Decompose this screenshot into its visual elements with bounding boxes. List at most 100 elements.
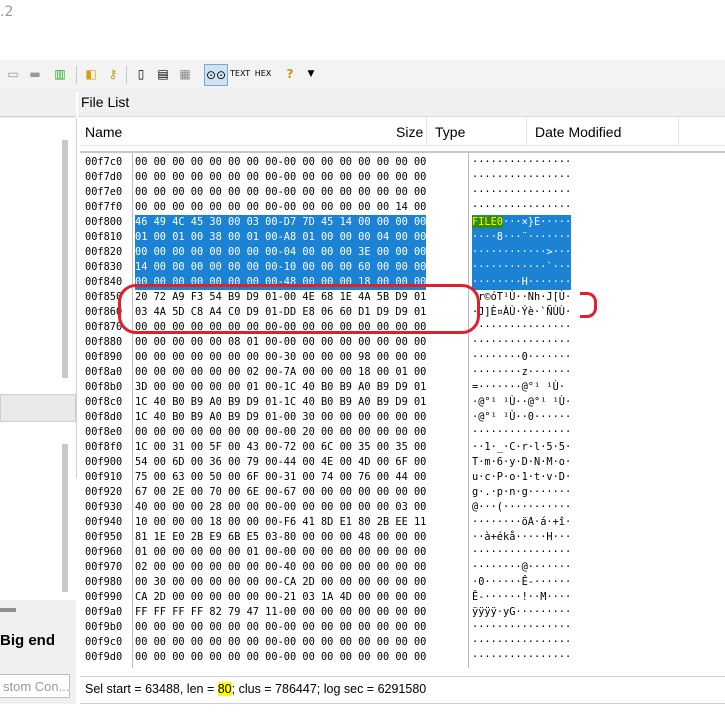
hex-row-bytes[interactable]: 14 00 00 00 00 00 00 00-10 00 00 00 60 0… xyxy=(135,260,427,275)
chevron-down-icon[interactable]: ▼ xyxy=(306,66,316,82)
hex-row-ascii[interactable]: g·.·p·n·g······· xyxy=(472,485,571,500)
hex-row-ascii[interactable]: ················ xyxy=(472,185,571,200)
hex-row-bytes[interactable]: 00 00 00 00 00 00 00 00-00 00 00 00 00 0… xyxy=(135,620,426,635)
hex-row-bytes[interactable]: 00 30 00 00 00 00 00 00-CA 2D 00 00 00 0… xyxy=(135,575,426,590)
hex-row[interactable]: 00f940 10 00 00 00 18 00 00 00-F6 41 8D E… xyxy=(80,515,725,530)
hex-row-ascii[interactable]: ················ xyxy=(472,635,571,650)
document-icon[interactable]: ▤ xyxy=(156,66,170,82)
hex-row[interactable]: 00f950 81 1E E0 2B E9 6B E5 03-80 00 00 0… xyxy=(80,530,725,545)
hex-row-bytes[interactable]: 3D 00 00 00 00 00 01 00-1C 40 B0 B9 A0 B… xyxy=(135,380,426,395)
hex-row-ascii[interactable]: ········H······· xyxy=(472,275,572,290)
column-header-name[interactable]: Name xyxy=(85,124,122,140)
hex-row-ascii[interactable]: ········0······· xyxy=(472,350,571,365)
hex-row[interactable]: 00f900 54 00 6D 00 36 00 79 00-44 00 4E 0… xyxy=(80,455,725,470)
hex-row-bytes[interactable]: 10 00 00 00 18 00 00 00-F6 41 8D E1 80 2… xyxy=(135,515,426,530)
hex-row[interactable]: 00f8e0 00 00 00 00 00 00 00 00-00 20 00 0… xyxy=(80,425,725,440)
key-icon[interactable]: ⚷ xyxy=(106,66,120,82)
hex-row[interactable]: 00f800 46 49 4C 45 30 00 03 00-D7 7D 45 1… xyxy=(80,215,725,230)
hex-row-bytes[interactable]: 03 4A 5D C8 A4 C0 D9 01-DD E8 06 60 D1 D… xyxy=(135,305,426,320)
hex-row-ascii[interactable]: ········z······· xyxy=(472,365,571,380)
hex-row-bytes[interactable]: 00 00 00 00 00 00 00 00-04 00 00 00 3E 0… xyxy=(135,245,427,260)
column-header-type[interactable]: Type xyxy=(435,124,465,140)
hex-row-bytes[interactable]: 81 1E E0 2B E9 6B E5 03-80 00 00 00 48 0… xyxy=(135,530,426,545)
hex-row-bytes[interactable]: 20 72 A9 F3 54 B9 D9 01-00 4E 68 1E 4A 5… xyxy=(135,290,426,305)
hex-row-ascii[interactable]: ················ xyxy=(472,650,571,665)
hex-view-icon[interactable]: HEX xyxy=(254,66,272,82)
hex-row-bytes[interactable]: 00 00 00 00 00 00 00 00-30 00 00 00 98 0… xyxy=(135,350,426,365)
hex-row-ascii[interactable]: ····8···¨······· xyxy=(472,230,572,245)
column-header-date-modified[interactable]: Date Modified xyxy=(535,124,621,140)
hex-row-ascii[interactable]: ················ xyxy=(472,425,571,440)
hex-row[interactable]: 00f7c0 00 00 00 00 00 00 00 00-00 00 00 0… xyxy=(80,155,725,170)
hex-row-ascii[interactable]: Ê-······!··M···· xyxy=(472,590,571,605)
hex-row-ascii[interactable]: ··à+ékå·····H··· xyxy=(472,530,571,545)
hex-row-bytes[interactable]: 75 00 63 00 50 00 6F 00-31 00 74 00 76 0… xyxy=(135,470,426,485)
hex-row-bytes[interactable]: 00 00 00 00 00 00 00 00-48 00 00 00 18 0… xyxy=(135,275,427,290)
hex-row[interactable]: 00f8d0 1C 40 B0 B9 A0 B9 D9 01-00 30 00 0… xyxy=(80,410,725,425)
hex-row-ascii[interactable]: ················ xyxy=(472,155,571,170)
hex-row-bytes[interactable]: 67 00 2E 00 70 00 6E 00-67 00 00 00 00 0… xyxy=(135,485,426,500)
hex-row[interactable]: 00f920 67 00 2E 00 70 00 6E 00-67 00 00 0… xyxy=(80,485,725,500)
hex-row-ascii[interactable]: ················ xyxy=(472,620,571,635)
hex-row[interactable]: 00f890 00 00 00 00 00 00 00 00-30 00 00 0… xyxy=(80,350,725,365)
hex-row-bytes[interactable]: CA 2D 00 00 00 00 00 00-21 03 1A 4D 00 0… xyxy=(135,590,426,605)
hex-row-ascii[interactable]: ················ xyxy=(472,200,571,215)
custom-input[interactable]: stom Con... xyxy=(0,674,70,698)
text-view-icon[interactable]: TEXT xyxy=(230,66,250,82)
hex-row-bytes[interactable]: 00 00 00 00 00 00 02 00-7A 00 00 00 18 0… xyxy=(135,365,426,380)
hex-row-bytes[interactable]: 54 00 6D 00 36 00 79 00-44 00 4E 00 4D 0… xyxy=(135,455,426,470)
hex-row[interactable]: 00f910 75 00 63 00 50 00 6F 00-31 00 74 0… xyxy=(80,470,725,485)
hex-row[interactable]: 00f830 14 00 00 00 00 00 00 00-10 00 00 0… xyxy=(80,260,725,275)
hex-row-bytes[interactable]: 46 49 4C 45 30 00 03 00-D7 7D 45 14 00 0… xyxy=(135,215,427,230)
hex-row-ascii[interactable]: u·c·P·o·1·t·v·D· xyxy=(472,470,571,485)
hex-row[interactable]: 00f870 00 00 00 00 00 00 00 00-00 00 00 0… xyxy=(80,320,725,335)
hex-row[interactable]: 00f880 00 00 00 00 00 08 01 00-00 00 00 0… xyxy=(80,335,725,350)
hex-row-bytes[interactable]: 01 00 01 00 38 00 01 00-A8 01 00 00 00 0… xyxy=(135,230,427,245)
horizontal-scroll-thumb[interactable] xyxy=(0,608,16,612)
hex-row-ascii[interactable]: ················ xyxy=(472,545,571,560)
hex-row[interactable]: 00f8c0 1C 40 B0 B9 A0 B9 D9 01-1C 40 B0 B… xyxy=(80,395,725,410)
hex-row-bytes[interactable]: 00 00 00 00 00 00 00 00-00 00 00 00 00 0… xyxy=(135,185,426,200)
hex-row[interactable]: 00f860 03 4A 5D C8 A4 C0 D9 01-DD E8 06 6… xyxy=(80,305,725,320)
hex-row[interactable]: 00f9d0 00 00 00 00 00 00 00 00-00 00 00 0… xyxy=(80,650,725,665)
hex-row[interactable]: 00f960 01 00 00 00 00 00 01 00-00 00 00 0… xyxy=(80,545,725,560)
hex-row-bytes[interactable]: 1C 00 31 00 5F 00 43 00-72 00 6C 00 35 0… xyxy=(135,440,426,455)
hex-row-ascii[interactable]: @···(··········· xyxy=(472,500,571,515)
hex-row[interactable]: 00f8a0 00 00 00 00 00 00 02 00-7A 00 00 0… xyxy=(80,365,725,380)
hex-row[interactable]: 00f9b0 00 00 00 00 00 00 00 00-00 00 00 0… xyxy=(80,620,725,635)
hex-row[interactable]: 00f7d0 00 00 00 00 00 00 00 00-00 00 00 0… xyxy=(80,170,725,185)
template-icon[interactable]: ▦ xyxy=(178,66,192,82)
hex-row-bytes[interactable]: 02 00 00 00 00 00 00 00-40 00 00 00 00 0… xyxy=(135,560,426,575)
hex-row-bytes[interactable]: 00 00 00 00 00 00 00 00-00 00 00 00 00 0… xyxy=(135,170,426,185)
hex-row-bytes[interactable]: 00 00 00 00 00 00 00 00-00 00 00 00 00 0… xyxy=(135,155,426,170)
hex-row-ascii[interactable]: ········öA·á·+î· xyxy=(472,515,571,530)
hex-row[interactable]: 00f8f0 1C 00 31 00 5F 00 43 00-72 00 6C 0… xyxy=(80,440,725,455)
hex-row-ascii[interactable]: T·m·6·y·D·N·M·o· xyxy=(472,455,571,470)
hex-row-bytes[interactable]: 1C 40 B0 B9 A0 B9 D9 01-00 30 00 00 00 0… xyxy=(135,410,426,425)
hex-row-bytes[interactable]: 00 00 00 00 00 08 01 00-00 00 00 00 00 0… xyxy=(135,335,426,350)
hex-row[interactable]: 00f980 00 30 00 00 00 00 00 00-CA 2D 00 0… xyxy=(80,575,725,590)
hex-row-bytes[interactable]: 00 00 00 00 00 00 00 00-00 00 00 00 00 0… xyxy=(135,200,426,215)
hex-row-ascii[interactable]: ··1·_·C·r·l·5·5· xyxy=(472,440,571,455)
hex-row[interactable]: 00f8b0 3D 00 00 00 00 00 01 00-1C 40 B0 B… xyxy=(80,380,725,395)
hex-row[interactable]: 00f970 02 00 00 00 00 00 00 00-40 00 00 0… xyxy=(80,560,725,575)
hex-row-bytes[interactable]: 00 00 00 00 00 00 00 00-00 00 00 00 00 0… xyxy=(135,320,426,335)
hex-row[interactable]: 00f810 01 00 01 00 38 00 01 00-A8 01 00 0… xyxy=(80,230,725,245)
hex-row-ascii[interactable]: FILE0···×}E····· xyxy=(472,215,572,230)
hex-row-ascii[interactable]: r©óT¹Ù··Nh·J[Ù· xyxy=(472,290,571,305)
hex-row-ascii[interactable]: ·0······Ê-······ xyxy=(472,575,571,590)
hex-row-ascii[interactable]: =·······@°¹ ¹Ù· xyxy=(472,380,565,395)
hex-row-ascii[interactable]: ········@······· xyxy=(472,560,571,575)
hex-row-bytes[interactable]: 00 00 00 00 00 00 00 00-00 00 00 00 00 0… xyxy=(135,635,426,650)
hex-row[interactable]: 00f9a0 FF FF FF FF 82 79 47 11-00 00 00 0… xyxy=(80,605,725,620)
left-info-scrollbar[interactable] xyxy=(62,444,68,592)
hex-row-bytes[interactable]: FF FF FF FF 82 79 47 11-00 00 00 00 00 0… xyxy=(135,605,426,620)
hex-row[interactable]: 00f930 40 00 00 00 28 00 00 00-00 00 00 0… xyxy=(80,500,725,515)
hex-row-bytes[interactable]: 00 00 00 00 00 00 00 00-00 20 00 00 00 0… xyxy=(135,425,426,440)
hex-row[interactable]: 00f990 CA 2D 00 00 00 00 00 00-21 03 1A 4… xyxy=(80,590,725,605)
hex-row-bytes[interactable]: 01 00 00 00 00 00 01 00-00 00 00 00 00 0… xyxy=(135,545,426,560)
hex-row[interactable]: 00f850 20 72 A9 F3 54 B9 D9 01-00 4E 68 1… xyxy=(80,290,725,305)
hex-row-ascii[interactable]: ·@°¹ ¹Ù··@°¹ ¹Ù· xyxy=(472,395,571,410)
hex-row[interactable]: 00f7f0 00 00 00 00 00 00 00 00-00 00 00 0… xyxy=(80,200,725,215)
glasses-icon[interactable]: ⊙⊙ xyxy=(204,64,228,86)
